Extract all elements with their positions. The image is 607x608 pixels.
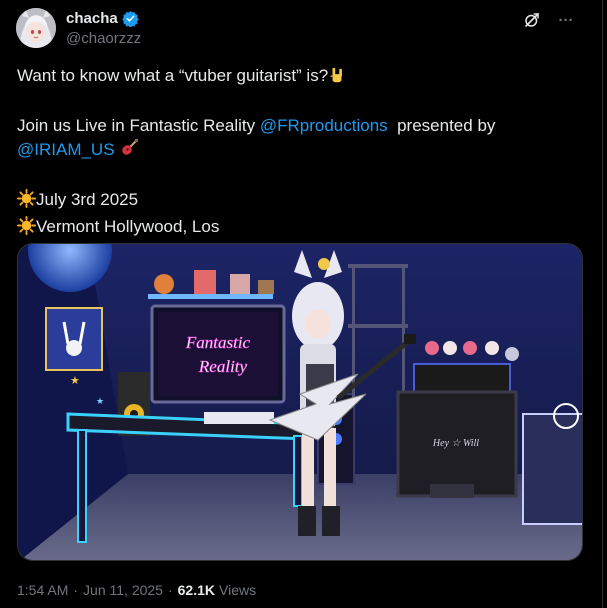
tweet-media-image[interactable]: Fantastic Reality Hey ☆ Will ★ ★ [17,243,583,561]
line-2-prefix: Join us Live in Fantastic Reality [17,116,260,135]
meta-separator: · [167,582,173,598]
display-name[interactable]: chacha [66,10,118,27]
author-handle[interactable]: @chaorzzz [66,30,141,47]
mention-iriam-us[interactable]: @IRIAM_US [17,140,115,159]
amp-label: Hey ☆ Will [432,438,479,449]
tweet-time[interactable]: 1:54 AM [17,582,68,598]
monitor-sign-line-2: Reality [198,357,248,376]
tweet-text: Want to know what a “vtuber guitarist” i… [17,64,577,242]
star-decoration: ★ [96,396,104,406]
media-illustration: Fantastic Reality Hey ☆ Will ★ ★ [18,244,582,560]
tweet-meta: 1:54 AM · Jun 11, 2025 · 62.1K Views [17,582,256,598]
author-name-row[interactable]: chacha [66,8,139,28]
more-glyph: ··· [558,11,574,29]
grok-icon[interactable] [522,10,542,30]
more-icon[interactable]: ··· [556,10,576,30]
avatar[interactable] [16,8,56,48]
event-venue: Vermont Hollywood, Los [36,217,220,236]
event-date: July 3rd 2025 [36,190,139,209]
tweet-line-1: Want to know what a “vtuber guitarist” i… [17,64,577,91]
star-decoration: ★ [70,375,80,387]
tweet-line-3: @IRIAM_US [17,138,577,165]
verified-badge-icon [121,10,139,27]
views-count[interactable]: 62.1K [178,582,215,598]
guitar-icon [119,138,139,165]
avatar-image [16,8,56,48]
line-1-text: Want to know what a “vtuber guitarist” i… [17,66,329,85]
line-2-suffix: presented by [387,116,496,135]
views-label: Views [219,582,257,598]
meta-separator: · [73,582,79,598]
tweet-header-actions: ··· [522,10,576,30]
tweet-line-4: July 3rd 2025 [17,188,577,215]
monitor-sign-line-1: Fantastic [185,333,251,352]
sun-icon [17,189,36,215]
tweet-line-2: Join us Live in Fantastic Reality @FRpro… [17,114,577,138]
tweet-date[interactable]: Jun 11, 2025 [83,582,163,598]
mention-frproductions[interactable]: @FRproductions [260,116,388,135]
tweet-card: chacha @chaorzzz ··· Want to know what a… [0,0,603,608]
rock-on-hand-icon [328,66,346,91]
sun-icon [17,216,36,242]
tweet-line-5: Vermont Hollywood, Los [17,215,577,242]
